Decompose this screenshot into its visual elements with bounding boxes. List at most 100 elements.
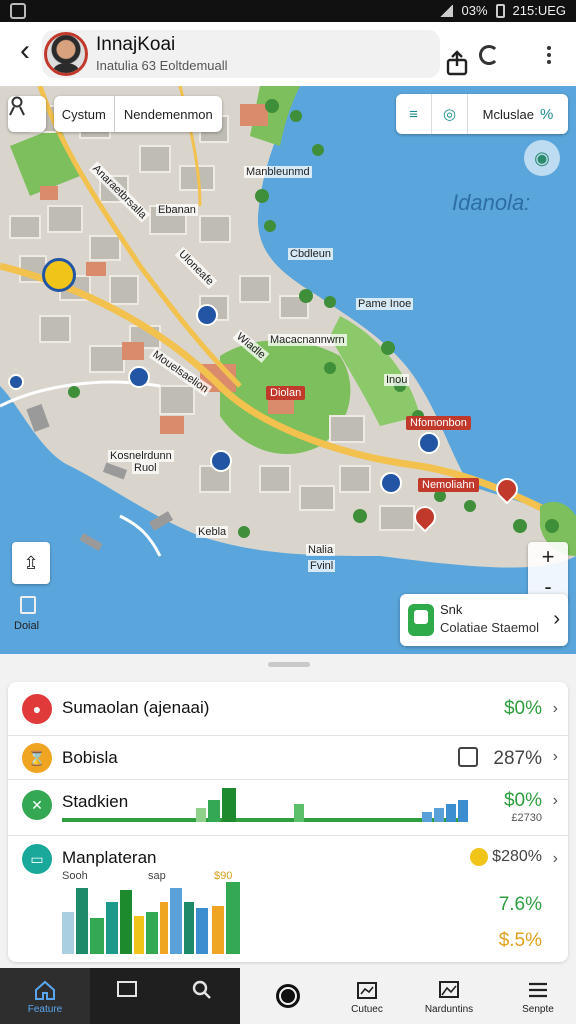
map-marker[interactable]: [128, 366, 150, 388]
more-menu-icon[interactable]: [534, 40, 564, 70]
profile-subtitle: Inatulia 63 Eoltdemuall: [96, 58, 228, 73]
battery-text: 03%: [461, 3, 488, 18]
locate-button[interactable]: ◉: [524, 140, 560, 176]
nav-record[interactable]: [240, 968, 336, 1024]
map-label: Pame Inoe: [356, 298, 414, 310]
chat-icon: ▭: [22, 844, 52, 874]
bottom-sheet: ● Sumaolan (ajenaai) $0% › ⌛ Bobisla 287…: [0, 654, 576, 968]
layers-icon[interactable]: ◎: [432, 94, 468, 134]
map-label: Kosnelrdunn: [108, 450, 174, 462]
list-item[interactable]: ● Sumaolan (ajenaai) $0% ›: [8, 682, 568, 736]
row-label: Bobisla: [62, 748, 118, 767]
list-item[interactable]: ▭ Manplateran Sooh sap $90 $280% 7.6% $.…: [8, 836, 568, 962]
nav-menu[interactable]: Senpte: [500, 968, 576, 1024]
mode-option[interactable]: Nendemenmon: [113, 96, 222, 132]
share-icon[interactable]: [442, 48, 472, 78]
sparkline-chart: [62, 788, 468, 822]
map-label: Ruol: [132, 462, 159, 474]
stop-subtitle: Colatiae Staemol: [440, 620, 539, 635]
nav-calendar[interactable]: Cutuec: [336, 968, 398, 1024]
app-header: ‹ InnajKoai Inatulia 63 Eoltdemuall: [0, 22, 576, 86]
nav-label: Feature: [27, 1004, 63, 1015]
hourglass-icon: ⌛: [22, 743, 52, 773]
battery-icon: [495, 3, 505, 18]
map-label: Nfomonbon: [406, 416, 471, 430]
chevron-right-icon: ›: [552, 850, 558, 867]
chart-axis-label: sap: [148, 870, 166, 882]
nav-search[interactable]: [164, 968, 240, 1024]
profile-pill[interactable]: InnajKoai Inatulia 63 Eoltdemuall: [42, 30, 468, 78]
compass-button[interactable]: ⇫: [12, 542, 50, 584]
row-label: Sumaolan (ajenaai): [62, 698, 210, 717]
lock-icon: ●: [22, 694, 52, 724]
row-value: $0%: [503, 790, 542, 811]
row-value-tertiary: $.5%: [498, 930, 542, 951]
map-label: Diolan: [266, 386, 306, 400]
scale-label: Doial: [14, 620, 40, 632]
nav-gallery[interactable]: Narduntins: [398, 968, 500, 1024]
nav-chat[interactable]: [90, 968, 164, 1024]
map-marker[interactable]: [418, 432, 440, 454]
list-item[interactable]: ✕ Stadkien $0% £2730 ›: [8, 780, 568, 836]
back-button[interactable]: ‹: [10, 36, 40, 70]
row-subvalue: £2730: [511, 812, 542, 824]
calendar-icon: [357, 982, 377, 999]
chat-icon: [117, 981, 137, 997]
nav-label: Senpte: [522, 1004, 554, 1015]
chevron-right-icon: ›: [553, 608, 560, 630]
mode-option[interactable]: Cystum: [54, 96, 114, 132]
stop-card[interactable]: Snk Colatiae Staemol ›: [400, 594, 568, 646]
sheet-handle[interactable]: [268, 662, 310, 667]
map-label: Macacnannwrn: [268, 334, 347, 346]
map-marker-current[interactable]: [42, 258, 76, 292]
menu-icon: [529, 982, 547, 998]
map-view[interactable]: Idanola: Manbleunmd Ebanan Cbdleun Pame …: [0, 86, 576, 654]
stats-list: ● Sumaolan (ajenaai) $0% › ⌛ Bobisla 287…: [8, 682, 568, 962]
map-marker[interactable]: [8, 374, 24, 390]
map-marker[interactable]: [196, 304, 218, 326]
chart-axis-label: Sooh: [62, 870, 88, 882]
person-filter-button[interactable]: [8, 96, 46, 132]
map-mode-switch[interactable]: Cystum Nendemenmon: [54, 96, 222, 132]
locate-icon: ◉: [534, 147, 550, 168]
compass-icon: ⇫: [23, 552, 39, 573]
row-label: Manplateran: [62, 848, 157, 867]
bottom-navigation: Feature Cutuec Narduntins Senpte: [0, 968, 576, 1024]
map-label: Fvinl: [308, 560, 336, 572]
scale-icon: [20, 596, 36, 614]
chevron-right-icon: ›: [552, 792, 558, 809]
coin-icon: [470, 848, 488, 866]
bar-chart: [62, 882, 240, 954]
stop-icon: [408, 604, 434, 636]
record-icon: [276, 984, 300, 1008]
nav-label: Cutuec: [351, 1004, 383, 1015]
tools-icon: ✕: [22, 790, 52, 820]
zoom-in-button[interactable]: +: [528, 542, 568, 572]
map-label: Manbleunmd: [244, 166, 312, 178]
chevron-right-icon: ›: [552, 700, 558, 717]
sync-icon[interactable]: [474, 40, 504, 70]
list-item[interactable]: ⌛ Bobisla 287% ›: [8, 736, 568, 780]
search-icon: [192, 980, 211, 999]
zoom-control[interactable]: + -: [528, 542, 568, 602]
map-marker[interactable]: [380, 472, 402, 494]
calculator-icon: [458, 747, 478, 767]
avatar[interactable]: [44, 32, 88, 76]
map-label: Cbdleun: [288, 248, 333, 260]
home-icon: [35, 980, 55, 1000]
nav-feature[interactable]: Feature: [0, 968, 90, 1024]
row-value: $280%: [492, 848, 542, 865]
chart-axis-label: $90: [214, 870, 233, 882]
chevron-right-icon: ›: [552, 748, 558, 765]
list-icon[interactable]: ≡: [396, 94, 432, 134]
map-tools[interactable]: ≡ ◎ Mcluslae%: [396, 94, 568, 134]
map-label: Nemoliahn: [418, 478, 479, 492]
signal-icon: [439, 4, 454, 17]
map-label: Inou: [384, 374, 410, 386]
map-label: Ebanan: [156, 204, 198, 216]
stop-title: Snk: [440, 602, 463, 617]
map-marker[interactable]: [210, 450, 232, 472]
row-value: 287%: [493, 748, 542, 769]
tool-label[interactable]: Mcluslae%: [468, 94, 568, 134]
sea-label: Idanola:: [452, 190, 531, 215]
